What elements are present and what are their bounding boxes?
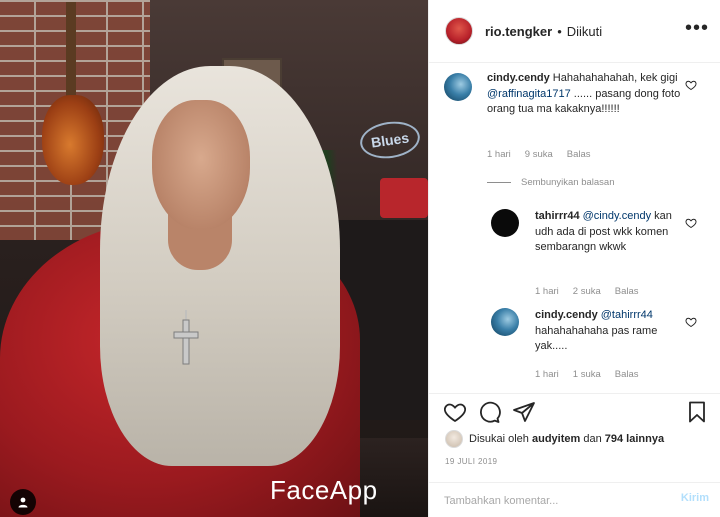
faceapp-watermark: FaceApp [270,475,378,505]
avatar[interactable] [491,209,519,237]
reply-meta: 1 hari 2 suka Balas [535,286,653,297]
comment-input[interactable] [444,492,664,510]
comment-text: cindy.cendy Hahahahahahah, kek gigi @raff… [487,71,687,118]
likes-summary[interactable]: Disukai oleh audyitem dan 794 lainnya [445,430,664,448]
post-side-panel: rio.tengker • Diikuti ••• cindy.cendy Hah… [428,0,720,517]
reply-body: hahahahahaha pas rame yak..... [535,324,658,353]
avatar[interactable] [445,17,473,45]
heart-icon[interactable] [685,316,697,328]
post-date[interactable]: 19 JULI 2019 [445,457,497,466]
comment-mention[interactable]: @raffinagita1717 [487,88,571,100]
hide-replies-label: Sembunyikan balasan [521,177,615,188]
submit-comment-button[interactable]: Kirim [681,492,709,504]
heart-icon[interactable] [685,79,697,91]
reply-text: cindy.cendy @tahirrr44 hahahahahaha pas r… [535,308,687,355]
post-photo[interactable]: Blues FaceApp [0,0,428,517]
action-bar [429,393,720,427]
reply-meta: 1 hari 1 suka Balas [535,369,653,380]
reply-username[interactable]: tahirrr44 [535,210,580,222]
follow-status-button[interactable]: Diikuti [567,24,602,39]
header-separator: • [557,23,562,39]
likes-connector: dan [583,433,602,445]
red-amplifier [380,178,428,218]
post-header: rio.tengker • Diikuti ••• [429,0,720,63]
cross-pendant-icon [173,310,199,365]
reply-time: 1 hari [535,286,559,297]
comment-meta: 1 hari 9 suka Balas [487,149,605,160]
divider [487,182,511,183]
bookmark-icon[interactable] [685,400,709,424]
hide-replies-button[interactable]: Sembunyikan balasan [487,177,614,188]
avatar[interactable] [444,73,472,101]
likes-others[interactable]: 794 lainnya [605,433,664,445]
reply-username[interactable]: cindy.cendy [535,309,598,321]
avatar[interactable] [491,308,519,336]
more-options-icon[interactable]: ••• [685,18,709,38]
face [152,100,250,230]
send-icon[interactable] [512,400,536,424]
reply-button[interactable]: Balas [615,286,639,297]
reply-button[interactable]: Balas [615,369,639,380]
reply-button[interactable]: Balas [567,149,591,160]
comment-body: Hahahahahahah, kek gigi [552,72,678,84]
reply-likes[interactable]: 2 suka [573,286,601,297]
comment-icon[interactable] [477,400,501,424]
comment-time: 1 hari [487,149,511,160]
heart-icon[interactable] [685,217,697,229]
comments-list: cindy.cendy Hahahahahahah, kek gigi @raff… [429,63,720,393]
comment-username[interactable]: cindy.cendy [487,72,550,84]
reply-time: 1 hari [535,369,559,380]
likes-user[interactable]: audyitem [532,433,580,445]
reply-mention[interactable]: @tahirrr44 [601,309,653,321]
post-author-username[interactable]: rio.tengker [485,24,552,39]
reply-mention[interactable]: @cindy.cendy [583,210,651,222]
person-icon[interactable] [10,489,36,515]
guitar-neck [66,2,76,102]
likes-prefix: Disukai oleh [469,433,529,445]
heart-icon[interactable] [443,400,467,424]
add-comment-bar: Kirim [429,482,720,517]
reply-text: tahirrr44 @cindy.cendy kan udh ada di pos… [535,209,687,256]
avatar[interactable] [445,430,463,448]
comment-likes[interactable]: 9 suka [525,149,553,160]
reply-likes[interactable]: 1 suka [573,369,601,380]
guitar [42,95,104,185]
